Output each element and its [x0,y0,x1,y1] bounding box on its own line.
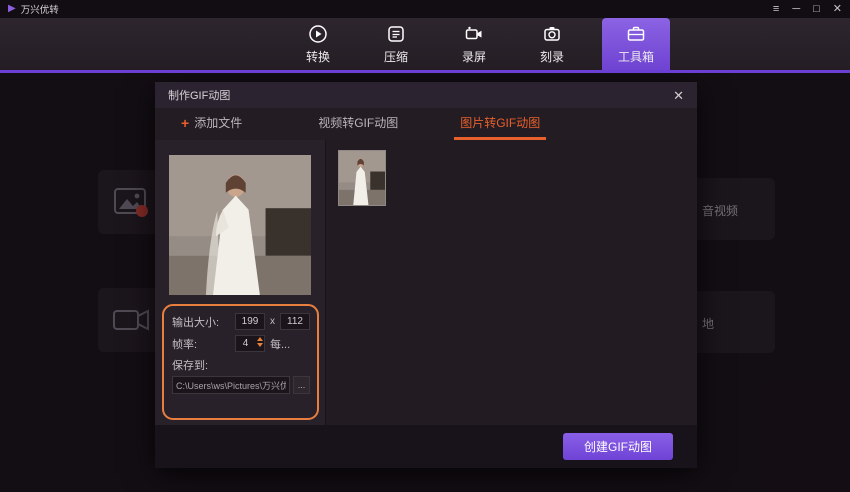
times-label: x [270,316,275,327]
compress-icon [386,23,406,45]
create-gif-dialog: 制作GIF动图 ✕ + 添加文件 视频转GIF动图 图片转GIF动图 [155,82,697,468]
tab-image-to-gif[interactable]: 图片转GIF动图 [454,108,546,140]
dialog-title: 制作GIF动图 [168,87,230,103]
stepper-arrows [257,337,263,347]
screen-record-icon [464,23,484,45]
nav-item-convert[interactable]: 转换 [290,18,346,70]
nav-accent-divider [0,70,850,73]
toolbox-icon [626,23,646,45]
width-input[interactable] [235,313,265,330]
app-window: ▶ 万兴优转 ≡ ─ □ ✕ 转换 压缩 [0,0,850,492]
minimize-icon[interactable]: ─ [792,0,800,18]
dialog-tab-bar: + 添加文件 视频转GIF动图 图片转GIF动图 [155,108,697,140]
main-content: 音视频 地 制作GIF动图 ✕ + 添加文件 视频转GIF动图 图片转GIF动 [0,73,850,492]
height-input[interactable] [280,313,310,330]
tab-video-to-gif-label: 视频转GIF动图 [318,114,398,131]
framerate-row: 帧率: 每... [172,335,310,352]
preview-image [169,155,311,295]
nav-item-toolbox[interactable]: 工具箱 [602,18,670,70]
dialog-header: 制作GIF动图 ✕ [155,82,697,108]
save-path-input[interactable] [172,376,290,394]
output-size-label: 输出大小: [172,314,235,330]
nav-label-record: 录屏 [462,48,486,65]
framerate-stepper [235,335,265,352]
framerate-unit-label: 每... [270,336,290,352]
image-list-panel [325,140,697,425]
app-logo-icon: ▶ [8,4,16,14]
main-nav: 转换 压缩 录屏 刻录 [0,18,850,70]
output-size-row: 输出大小: x [172,313,310,330]
stepper-up-icon[interactable] [257,337,263,341]
close-window-icon[interactable]: ✕ [833,0,842,18]
nav-label-burn: 刻录 [540,48,564,65]
save-to-row: 保存到: [172,357,310,373]
convert-play-icon [308,23,328,45]
nav-item-burn[interactable]: 刻录 [524,18,580,70]
nav-label-toolbox: 工具箱 [618,48,654,65]
image-thumbnail[interactable] [338,150,386,206]
tab-video-to-gif[interactable]: 视频转GIF动图 [312,108,404,140]
nav-item-record[interactable]: 录屏 [446,18,502,70]
plus-icon: + [181,115,189,131]
window-controls: ≡ ─ □ ✕ [773,0,842,18]
browse-button[interactable]: ... [293,376,310,394]
create-gif-button[interactable]: 创建GIF动图 [563,433,673,460]
save-to-label: 保存到: [172,357,208,373]
add-file-label: 添加文件 [194,114,242,131]
nav-label-compress: 压缩 [384,48,408,65]
title-bar: ▶ 万兴优转 ≡ ─ □ ✕ [0,0,850,18]
add-file-button[interactable]: + 添加文件 [175,108,248,140]
menu-icon[interactable]: ≡ [773,0,779,18]
close-dialog-icon[interactable]: ✕ [673,89,684,102]
burn-icon [542,23,562,45]
tab-image-to-gif-label: 图片转GIF动图 [460,114,540,131]
dialog-footer: 创建GIF动图 [155,425,697,468]
stepper-down-icon[interactable] [257,343,263,347]
save-path-row: ... [172,376,310,394]
app-title: 万兴优转 [21,2,59,16]
framerate-label: 帧率: [172,336,235,352]
settings-panel: 输出大小: x 帧率: [155,140,325,425]
nav-item-compress[interactable]: 压缩 [368,18,424,70]
gif-settings-box: 输出大小: x 帧率: [162,304,319,420]
nav-label-convert: 转换 [306,48,330,65]
maximize-icon[interactable]: □ [813,0,820,18]
dialog-content: 输出大小: x 帧率: [155,140,697,425]
